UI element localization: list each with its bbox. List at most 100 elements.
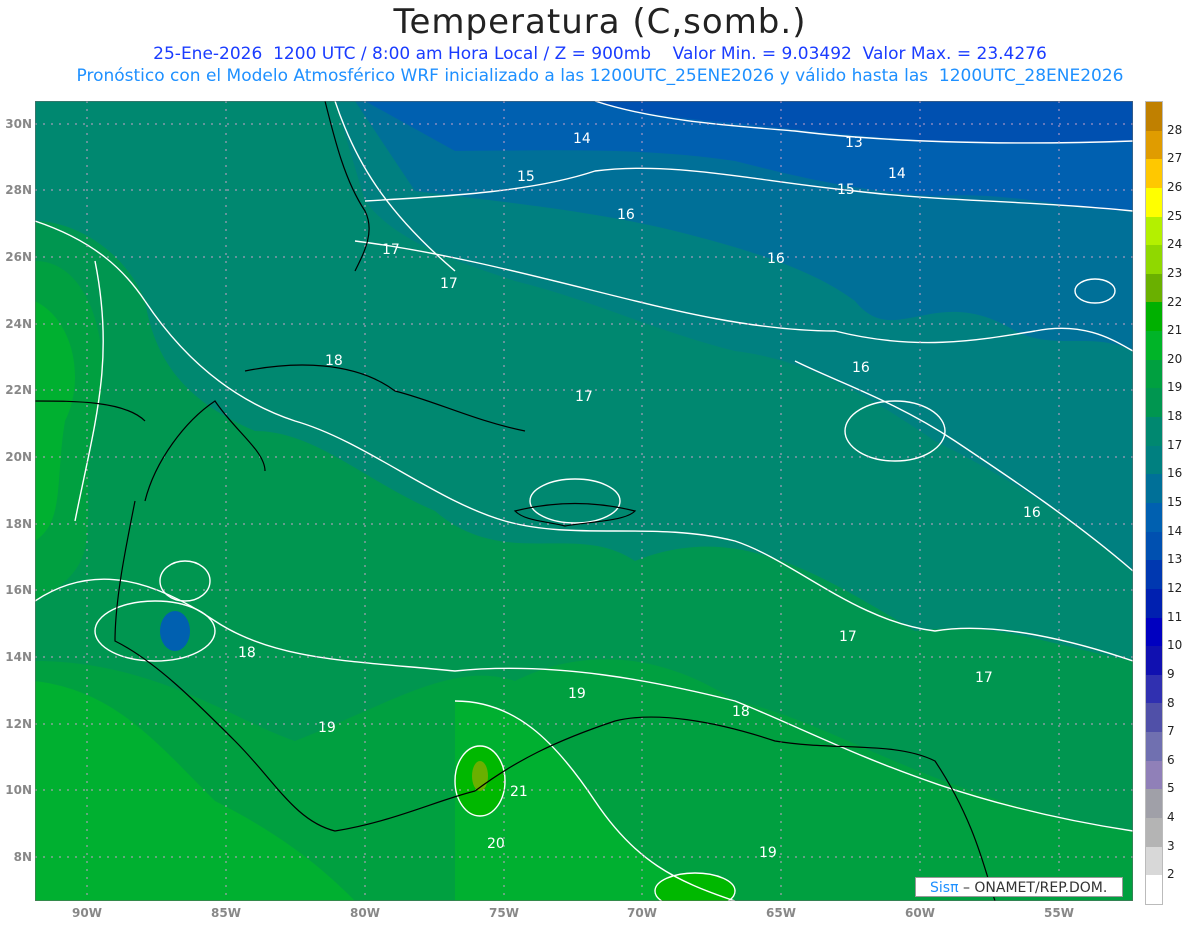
lat-label: 10N — [5, 783, 32, 797]
field-cold-honduras — [160, 611, 190, 651]
contour-label: 17 — [975, 670, 993, 686]
temperature-map: 14 13 14 15 15 16 16 17 17 18 17 16 16 1… — [35, 101, 1133, 901]
lat-label: 28N — [5, 183, 32, 197]
lon-label: 90W — [72, 906, 102, 920]
colorbar-label: 24 — [1167, 237, 1183, 252]
colorbar-label: 8 — [1167, 695, 1175, 710]
colorbar-label: 23 — [1167, 265, 1183, 280]
colorbar-bin — [1146, 531, 1162, 561]
contour-label: 14 — [573, 131, 591, 147]
colorbar-label: 17 — [1167, 437, 1183, 452]
colorbar-bin — [1146, 273, 1162, 303]
colorbar-bin — [1146, 245, 1162, 274]
colorbar-bin — [1146, 703, 1162, 733]
lon-label: 85W — [211, 906, 241, 920]
contour-label: 15 — [837, 182, 855, 198]
contour-label: 16 — [852, 360, 870, 376]
contour-label: 17 — [575, 389, 593, 405]
contour-label: 13 — [845, 135, 863, 151]
colorbar-label: 15 — [1167, 495, 1183, 509]
colorbar-label: 21 — [1167, 323, 1183, 338]
colorbar-label: 10 — [1167, 638, 1183, 653]
lat-label: 22N — [5, 383, 32, 397]
colorbar-label: 3 — [1167, 838, 1175, 853]
colorbar-label: 14 — [1167, 523, 1183, 538]
lon-label: 60W — [905, 906, 935, 920]
contour-label: 16 — [617, 207, 635, 223]
lat-label: 8N — [13, 850, 32, 864]
colorbar-bin — [1146, 760, 1162, 790]
colorbar-label: 28 — [1167, 122, 1183, 137]
colorbar-bin — [1146, 560, 1162, 589]
colorbar-bin — [1146, 331, 1162, 360]
colorbar-bin — [1146, 617, 1162, 647]
contour-label: 20 — [487, 836, 505, 852]
lat-label: 30N — [5, 117, 32, 131]
lon-label: 75W — [489, 906, 519, 920]
colorbar-label: 5 — [1167, 781, 1175, 796]
colorbar-label: 25 — [1167, 208, 1183, 223]
colorbar-bin — [1146, 187, 1162, 217]
colorbar-label: 12 — [1167, 580, 1183, 595]
colorbar — [1145, 101, 1163, 905]
colorbar-bin — [1146, 302, 1162, 332]
colorbar-bin — [1146, 445, 1162, 475]
contour-label: 18 — [325, 353, 343, 369]
colorbar-bin — [1146, 474, 1162, 503]
colorbar-bin — [1146, 789, 1162, 819]
lon-label: 80W — [350, 906, 380, 920]
colorbar-label: 6 — [1167, 752, 1175, 767]
lat-label: 18N — [5, 517, 32, 531]
contour-label: 17 — [382, 242, 400, 258]
contour-label: 18 — [732, 704, 750, 720]
colorbar-label: 4 — [1167, 810, 1175, 825]
colorbar-label: 26 — [1167, 179, 1183, 194]
lat-label: 24N — [5, 317, 32, 331]
colorbar-bin — [1146, 502, 1162, 532]
colorbar-label: 9 — [1167, 666, 1175, 681]
colorbar-label: 2 — [1167, 867, 1175, 882]
lat-label: 20N — [5, 450, 32, 464]
colorbar-label: 27 — [1167, 151, 1183, 166]
colorbar-bin — [1146, 732, 1162, 761]
colorbar-bin — [1146, 359, 1162, 389]
contour-label: 14 — [888, 166, 906, 182]
colorbar-bin — [1146, 818, 1162, 847]
contour-label: 18 — [238, 645, 256, 661]
map-subtitle-model-info: Pronóstico con el Modelo Atmosférico WRF… — [76, 66, 1124, 86]
lat-label: 16N — [5, 583, 32, 597]
contour-label: 15 — [517, 169, 535, 185]
map-title: Temperatura (C,somb.) — [393, 2, 807, 42]
credit-brand: Sisπ — [930, 880, 959, 896]
colorbar-label: 22 — [1167, 294, 1183, 309]
contour-label: 19 — [759, 845, 777, 861]
colorbar-bin — [1146, 216, 1162, 246]
colorbar-label: 19 — [1167, 380, 1183, 395]
colorbar-bin — [1146, 159, 1162, 188]
colorbar-bin — [1146, 102, 1162, 131]
colorbar-bin — [1146, 588, 1162, 618]
lon-label: 70W — [627, 906, 657, 920]
colorbar-label: 18 — [1167, 409, 1183, 424]
contour-label: 19 — [318, 720, 336, 736]
colorbar-bin — [1146, 130, 1162, 160]
colorbar-label: 11 — [1167, 609, 1183, 624]
credit-text: – ONAMET/REP.DOM. — [958, 880, 1108, 896]
field-22-23 — [472, 761, 488, 791]
colorbar-bin — [1146, 674, 1162, 704]
contour-label: 19 — [568, 686, 586, 702]
colorbar-bin — [1146, 875, 1162, 904]
contour-label: 21 — [510, 784, 528, 800]
colorbar-label: 16 — [1167, 466, 1183, 481]
colorbar-label: 13 — [1167, 552, 1183, 567]
colorbar-bin — [1146, 388, 1162, 418]
lat-label: 26N — [5, 250, 32, 264]
contour-label: 16 — [1023, 505, 1041, 521]
lat-label: 14N — [5, 650, 32, 664]
lon-label: 65W — [766, 906, 796, 920]
contour-label: 16 — [767, 251, 785, 267]
colorbar-label: 20 — [1167, 351, 1183, 366]
lon-label: 55W — [1044, 906, 1074, 920]
contour-label: 17 — [440, 276, 458, 292]
colorbar-bin — [1146, 846, 1162, 876]
